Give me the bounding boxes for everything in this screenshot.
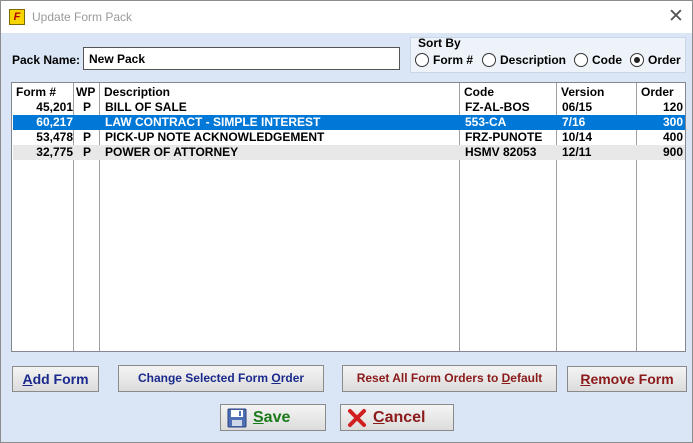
mnemonic-letter: A (22, 371, 33, 387)
version-cell: 7/16 (562, 115, 586, 129)
form-number-cell: 53,478 (36, 130, 73, 144)
radio-label: Code (592, 53, 622, 67)
button-label: rder (280, 371, 305, 385)
button-label: ancel (384, 409, 426, 426)
mnemonic-letter: O (271, 371, 281, 385)
add-form-button[interactable]: Add Form (12, 366, 99, 392)
order-cell: 120 (662, 100, 683, 114)
radio-unchecked-icon (574, 53, 588, 67)
wp-cell: P (82, 100, 91, 114)
description-cell: BILL OF SALE (105, 100, 187, 114)
button-label: Change Selected Form (137, 371, 272, 385)
table-row[interactable]: 32,775 P POWER OF ATTORNEY HSMV 82053 12… (13, 145, 685, 160)
change-selected-form-order-button[interactable]: Change Selected Form Order (118, 365, 324, 392)
version-cell: 10/14 (562, 130, 593, 144)
button-label: Reset All Form Orders to (356, 371, 502, 385)
wp-cell: P (82, 130, 91, 144)
description-cell: PICK-UP NOTE ACKNOWLEDGEMENT (105, 130, 325, 144)
update-form-pack-window: F Update Form Pack ✕ Pack Name: Sort By … (0, 0, 693, 443)
mnemonic-letter: D (501, 371, 511, 385)
app-logo-icon: F (9, 9, 25, 25)
form-number-cell: 45,201 (36, 100, 73, 114)
button-label: dd Form (32, 371, 89, 387)
reset-form-orders-button[interactable]: Reset All Form Orders to Default (342, 365, 557, 392)
pack-name-input[interactable] (83, 47, 400, 70)
radio-label: Description (500, 53, 567, 67)
cancel-button[interactable]: Cancel (340, 404, 454, 431)
column-header-description[interactable]: Description (104, 85, 170, 99)
red-x-icon (348, 409, 366, 427)
table-row[interactable]: 45,201 P BILL OF SALE FZ-AL-BOS 06/15 12… (13, 100, 685, 115)
mnemonic-letter: C (373, 409, 385, 426)
column-header-version[interactable]: Version (561, 85, 604, 99)
column-header-form-number[interactable]: Form # (16, 85, 56, 99)
radio-label: Form # (433, 53, 474, 67)
title-bar: F Update Form Pack ✕ (1, 1, 692, 33)
button-label: emove Form (590, 371, 674, 387)
table-row-selected[interactable]: 60,217 LAW CONTRACT - SIMPLE INTEREST 55… (13, 115, 685, 130)
description-cell: POWER OF ATTORNEY (105, 145, 239, 159)
order-cell: 900 (662, 145, 683, 159)
save-button[interactable]: Save (220, 404, 326, 431)
wp-cell: P (82, 145, 91, 159)
window-title: Update Form Pack (32, 10, 133, 24)
column-header-code[interactable]: Code (464, 85, 494, 99)
close-icon[interactable]: ✕ (663, 4, 689, 30)
pack-name-label: Pack Name: (12, 53, 81, 67)
code-cell: HSMV 82053 (465, 145, 537, 159)
code-cell: FZ-AL-BOS (465, 100, 530, 114)
table-row[interactable]: 53,478 P PICK-UP NOTE ACKNOWLEDGEMENT FR… (13, 130, 685, 145)
remove-form-button[interactable]: Remove Form (567, 366, 687, 392)
form-number-cell: 32,775 (36, 145, 73, 159)
column-header-wp[interactable]: WP (76, 85, 95, 99)
forms-grid[interactable]: Form # WP Description Code Version Order… (11, 82, 686, 352)
code-cell: 553-CA (465, 115, 507, 129)
code-cell: FRZ-PUNOTE (465, 130, 543, 144)
form-number-cell: 60,217 (36, 115, 73, 129)
version-cell: 06/15 (562, 100, 593, 114)
order-cell: 300 (662, 115, 683, 129)
radio-checked-icon (630, 53, 644, 67)
radio-unchecked-icon (482, 53, 496, 67)
sort-by-title: Sort By (418, 36, 461, 50)
button-label: efault (510, 371, 543, 385)
mnemonic-letter: R (580, 371, 591, 387)
order-cell: 400 (662, 130, 683, 144)
button-label: ave (263, 409, 291, 426)
floppy-disk-icon (227, 408, 247, 428)
description-cell: LAW CONTRACT - SIMPLE INTEREST (105, 115, 321, 129)
radio-unchecked-icon (415, 53, 429, 67)
mnemonic-letter: S (253, 409, 264, 426)
radio-label: Order (648, 53, 681, 67)
column-header-order[interactable]: Order (641, 85, 674, 99)
version-cell: 12/11 (562, 145, 592, 159)
